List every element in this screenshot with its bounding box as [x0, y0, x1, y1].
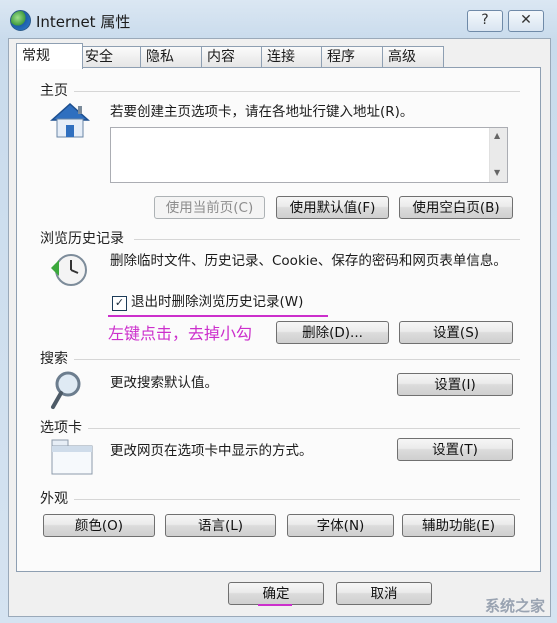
search-label: 搜索	[40, 351, 68, 367]
home-page-divider	[74, 91, 520, 92]
appearance-label: 外观	[40, 491, 68, 507]
ok-button[interactable]: 确定	[228, 582, 324, 605]
tab-programs[interactable]: 程序	[321, 46, 383, 68]
languages-button[interactable]: 语言(L)	[165, 514, 276, 537]
ok-annotation-underline	[258, 604, 292, 606]
tab-content[interactable]: 内容	[201, 46, 263, 68]
colors-button[interactable]: 颜色(O)	[43, 514, 155, 537]
tab-connections[interactable]: 连接	[261, 46, 323, 68]
tabs-section-label: 选项卡	[40, 420, 82, 436]
search-description: 更改搜索默认值。	[110, 375, 218, 391]
tab-general[interactable]: 常规	[16, 43, 83, 69]
history-settings-button[interactable]: 设置(S)	[399, 321, 513, 344]
dialog-window: Internet 属性 ? ✕ 常规 安全 隐私 内容 连接 程序 高级 主页 …	[0, 0, 557, 623]
scroll-up-icon[interactable]: ▲	[494, 131, 500, 140]
title-bar[interactable]: Internet 属性 ? ✕	[0, 0, 557, 40]
use-current-button[interactable]: 使用当前页(C)	[154, 196, 265, 219]
help-button[interactable]: ?	[467, 10, 503, 32]
internet-globe-icon	[10, 10, 31, 31]
tabs-window-icon	[51, 439, 93, 475]
scroll-down-icon[interactable]: ▼	[494, 168, 500, 177]
tabs-settings-button[interactable]: 设置(T)	[397, 438, 513, 461]
annotation-underline	[108, 315, 328, 317]
fonts-button[interactable]: 字体(N)	[287, 514, 394, 537]
window-title: Internet 属性	[36, 13, 131, 31]
address-scrollbar[interactable]: ▲ ▼	[489, 128, 507, 182]
watermark-logo: 系统之家	[401, 589, 551, 619]
magnifier-icon	[51, 371, 81, 409]
home-page-address-value	[111, 128, 507, 134]
house-icon	[50, 102, 90, 138]
close-button[interactable]: ✕	[508, 10, 544, 32]
appearance-divider	[74, 499, 520, 500]
tabs-section-divider	[88, 428, 520, 429]
search-divider	[74, 359, 520, 360]
delete-history-checkbox-label[interactable]: 退出时删除浏览历史记录(W)	[131, 293, 303, 312]
history-divider	[134, 239, 520, 240]
tab-privacy[interactable]: 隐私	[140, 46, 202, 68]
history-clock-icon	[51, 254, 87, 286]
history-description: 删除临时文件、历史记录、Cookie、保存的密码和网页表单信息。	[110, 253, 507, 269]
tab-security[interactable]: 安全	[79, 46, 141, 68]
search-settings-button[interactable]: 设置(I)	[397, 373, 513, 396]
annotation-text: 左键点击，去掉小勾	[108, 324, 253, 343]
use-blank-button[interactable]: 使用空白页(B)	[399, 196, 513, 219]
watermark-text: 系统之家	[484, 597, 545, 615]
tab-advanced[interactable]: 高级	[382, 46, 444, 68]
history-label: 浏览历史记录	[40, 231, 124, 247]
home-page-label: 主页	[40, 83, 68, 99]
home-page-address-input[interactable]: ▲ ▼	[110, 127, 508, 183]
accessibility-button[interactable]: 辅助功能(E)	[402, 514, 515, 537]
tabs-section-description: 更改网页在选项卡中显示的方式。	[110, 443, 313, 459]
home-page-description: 若要创建主页选项卡，请在各地址行键入地址(R)。	[110, 104, 414, 120]
use-default-button[interactable]: 使用默认值(F)	[276, 196, 389, 219]
delete-history-button[interactable]: 删除(D)...	[276, 321, 389, 344]
delete-history-on-exit-checkbox[interactable]: ✓	[112, 296, 127, 311]
